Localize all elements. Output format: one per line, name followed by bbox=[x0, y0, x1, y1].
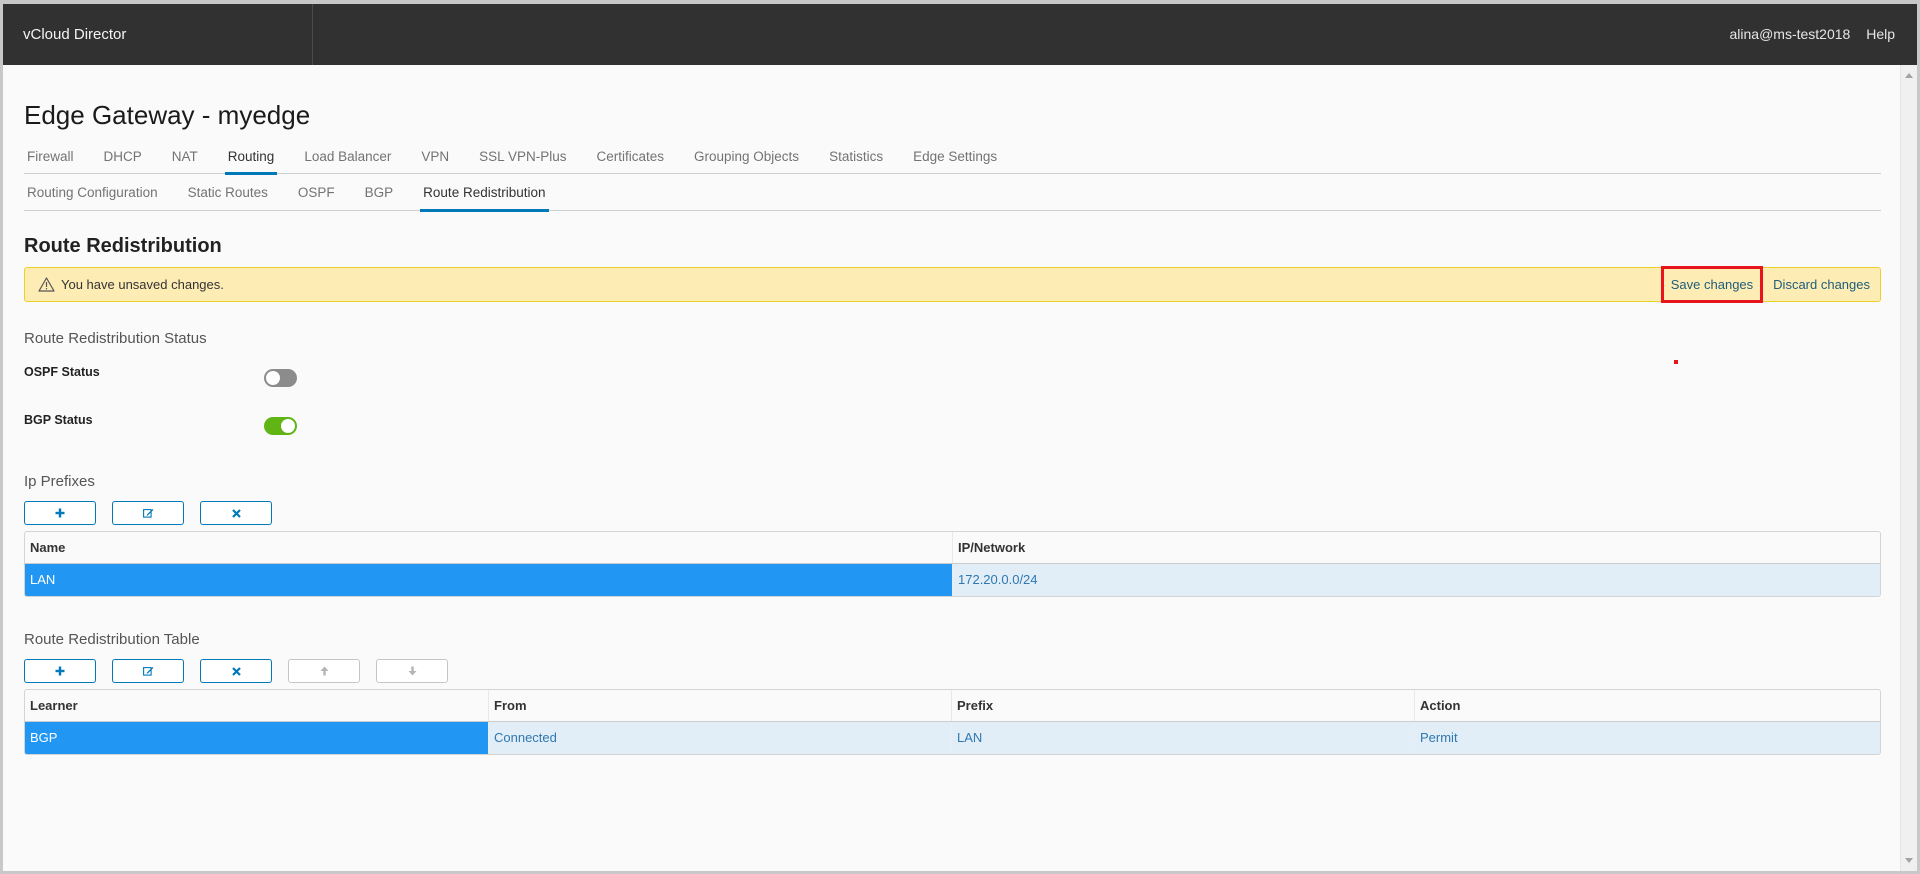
edit-icon bbox=[142, 509, 153, 518]
tab-ssl-vpn-plus[interactable]: SSL VPN-Plus bbox=[476, 144, 569, 174]
column-header-prefix[interactable]: Prefix bbox=[951, 690, 1414, 721]
subtab-bgp[interactable]: BGP bbox=[362, 180, 397, 211]
app-window: vCloud Director alina@ms-test2018 Help E… bbox=[3, 4, 1917, 871]
help-menu[interactable]: Help bbox=[1866, 26, 1895, 42]
column-header-ip-network[interactable]: IP/Network bbox=[952, 532, 1880, 563]
move-up-button[interactable] bbox=[288, 659, 360, 683]
tab-firewall[interactable]: Firewall bbox=[24, 144, 77, 174]
user-menu[interactable]: alina@ms-test2018 bbox=[1729, 26, 1850, 42]
tab-grouping-objects[interactable]: Grouping Objects bbox=[691, 144, 802, 174]
add-icon bbox=[55, 666, 65, 676]
section-title: Route Redistribution bbox=[24, 235, 222, 257]
app-title[interactable]: vCloud Director bbox=[3, 4, 313, 65]
cell-ip-network[interactable]: 172.20.0.0/24 bbox=[952, 564, 1880, 596]
cell-learner[interactable]: BGP bbox=[25, 722, 488, 754]
tab-load-balancer[interactable]: Load Balancer bbox=[301, 144, 394, 174]
status-section-title: Route Redistribution Status bbox=[24, 330, 207, 347]
add-rule-button[interactable] bbox=[24, 659, 96, 683]
column-header-learner[interactable]: Learner bbox=[25, 690, 488, 721]
discard-changes-button[interactable]: Discard changes bbox=[1763, 268, 1880, 301]
tab-nat[interactable]: NAT bbox=[169, 144, 201, 174]
subtab-ospf[interactable]: OSPF bbox=[295, 180, 338, 211]
cell-prefix[interactable]: LAN bbox=[951, 722, 1414, 754]
move-up-icon bbox=[320, 666, 328, 676]
edit-icon bbox=[142, 667, 153, 676]
tab-certificates[interactable]: Certificates bbox=[593, 144, 667, 174]
cell-action[interactable]: Permit bbox=[1414, 722, 1880, 754]
add-icon bbox=[55, 508, 65, 518]
add-ip-prefix-button[interactable] bbox=[24, 501, 96, 525]
edit-ip-prefix-button[interactable] bbox=[112, 501, 184, 525]
main-tabs: Firewall DHCP NAT Routing Load Balancer … bbox=[24, 144, 1881, 175]
subtab-routing-configuration[interactable]: Routing Configuration bbox=[24, 180, 161, 211]
table-row[interactable]: LAN 172.20.0.0/24 bbox=[25, 564, 1880, 596]
ospf-status-label: OSPF Status bbox=[24, 365, 100, 379]
bgp-status-label: BGP Status bbox=[24, 413, 93, 427]
redistribution-table-title: Route Redistribution Table bbox=[24, 631, 200, 648]
subtab-route-redistribution[interactable]: Route Redistribution bbox=[420, 180, 549, 212]
subtab-static-routes[interactable]: Static Routes bbox=[185, 180, 271, 211]
warning-icon bbox=[38, 277, 55, 292]
toggle-knob bbox=[281, 419, 295, 433]
scroll-up-icon[interactable] bbox=[1905, 73, 1913, 78]
bgp-status-toggle[interactable] bbox=[264, 417, 297, 435]
tab-statistics[interactable]: Statistics bbox=[826, 144, 886, 174]
scroll-down-icon[interactable] bbox=[1905, 858, 1913, 863]
top-nav-bar: vCloud Director alina@ms-test2018 Help bbox=[3, 4, 1917, 65]
table-row[interactable]: BGP Connected LAN Permit bbox=[25, 722, 1880, 754]
ip-prefixes-grid: Name IP/Network LAN 172.20.0.0/24 bbox=[24, 531, 1881, 597]
cell-from[interactable]: Connected bbox=[488, 722, 951, 754]
column-header-name[interactable]: Name bbox=[25, 532, 952, 563]
routing-subtabs: Routing Configuration Static Routes OSPF… bbox=[24, 180, 1881, 212]
delete-rule-button[interactable] bbox=[200, 659, 272, 683]
unsaved-changes-alert: You have unsaved changes. Save changes D… bbox=[24, 266, 1881, 303]
ospf-status-toggle[interactable] bbox=[264, 369, 297, 387]
tab-dhcp[interactable]: DHCP bbox=[101, 144, 145, 174]
column-header-action[interactable]: Action bbox=[1414, 690, 1880, 721]
tab-vpn[interactable]: VPN bbox=[418, 144, 452, 174]
save-changes-button[interactable]: Save changes bbox=[1660, 266, 1764, 303]
delete-ip-prefix-button[interactable] bbox=[200, 501, 272, 525]
redistribution-grid: Learner From Prefix Action BGP Connected… bbox=[24, 689, 1881, 755]
redistribution-toolbar bbox=[24, 659, 448, 683]
move-down-button[interactable] bbox=[376, 659, 448, 683]
toggle-knob bbox=[266, 371, 280, 385]
column-header-from[interactable]: From bbox=[488, 690, 951, 721]
delete-icon bbox=[231, 666, 241, 676]
delete-icon bbox=[231, 508, 241, 518]
cell-name[interactable]: LAN bbox=[25, 564, 952, 596]
tab-edge-settings[interactable]: Edge Settings bbox=[910, 144, 1000, 174]
edit-rule-button[interactable] bbox=[112, 659, 184, 683]
page-title: Edge Gateway - myedge bbox=[24, 100, 311, 130]
alert-message: You have unsaved changes. bbox=[61, 277, 224, 292]
vertical-scrollbar[interactable] bbox=[1900, 65, 1917, 871]
cursor-marker bbox=[1674, 360, 1678, 364]
tab-routing[interactable]: Routing bbox=[224, 144, 278, 175]
ip-prefixes-title: Ip Prefixes bbox=[24, 473, 95, 490]
move-down-icon bbox=[408, 666, 416, 676]
ip-prefixes-toolbar bbox=[24, 501, 272, 525]
